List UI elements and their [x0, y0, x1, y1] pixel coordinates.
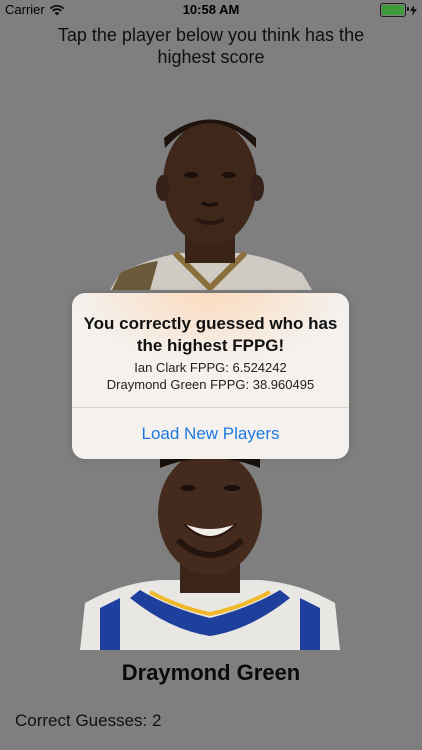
- result-alert: You correctly guessed who has the highes…: [72, 293, 349, 459]
- status-bar: Carrier 10:58 AM: [0, 0, 422, 20]
- alert-message: Ian Clark FPPG: 6.524242 Draymond Green …: [82, 359, 339, 393]
- player-name-bottom: Draymond Green: [121, 660, 301, 685]
- status-right: [380, 3, 417, 17]
- player-photo-bottom[interactable]: [80, 458, 340, 650]
- player-portrait-bottom: [80, 458, 340, 650]
- status-time: 10:58 AM: [182, 2, 240, 17]
- player-photo-top[interactable]: [80, 103, 340, 290]
- alert-title: You correctly guessed who has the highes…: [83, 314, 338, 355]
- alert-line-draymond-green: Draymond Green FPPG: 38.960495: [106, 377, 315, 392]
- load-new-players-button[interactable]: Load New Players: [72, 408, 349, 459]
- battery-icon: [380, 3, 409, 17]
- battery-fill: [382, 5, 404, 15]
- instruction-text: Tap the player below you think has the h…: [57, 25, 365, 67]
- correct-guesses-label: Correct Guesses: 2: [15, 711, 162, 730]
- alert-line-ian-clark: Ian Clark FPPG: 6.524242: [134, 360, 287, 375]
- charging-bolt-icon: [410, 4, 417, 16]
- player-portrait-top: [80, 103, 340, 290]
- battery-nub: [407, 7, 409, 11]
